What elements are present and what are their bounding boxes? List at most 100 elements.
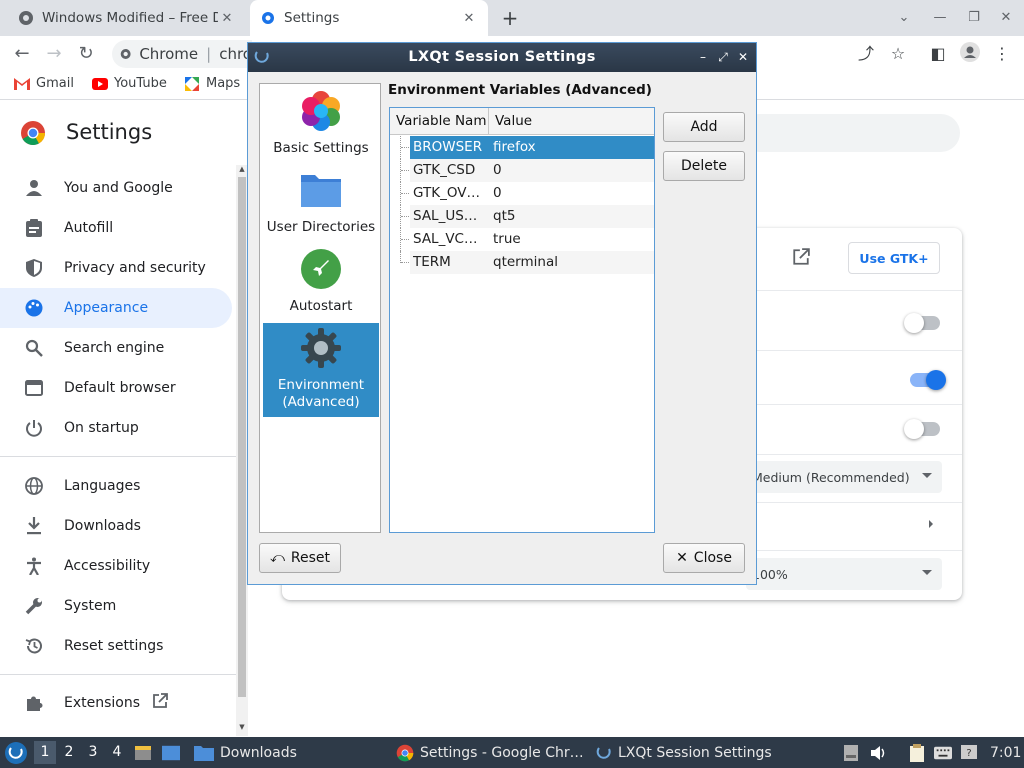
column-header-value[interactable]: Value	[489, 108, 654, 135]
page-zoom-dropdown[interactable]: 100%	[746, 558, 942, 590]
sidebar-item-autofill[interactable]: Autofill	[0, 208, 232, 248]
sidebar-item-search-engine[interactable]: Search engine	[0, 328, 232, 368]
toggle-switch[interactable]	[904, 313, 940, 333]
folder-icon	[194, 745, 214, 761]
volume-icon[interactable]	[870, 744, 888, 762]
minimize-icon[interactable]: –	[694, 48, 712, 66]
gear-icon	[260, 10, 276, 26]
table-row[interactable]: TERM qterminal	[410, 251, 654, 274]
chevron-right-icon[interactable]	[926, 518, 936, 530]
desktop-1-button[interactable]: 1	[34, 741, 56, 764]
side-panel-icon[interactable]: ◧	[926, 42, 950, 66]
column-header-variable-name[interactable]: Variable Nam	[390, 108, 489, 135]
toggle-switch[interactable]	[904, 419, 940, 439]
table-row[interactable]: GTK_CSD 0	[410, 159, 654, 182]
category-label: Environment (Advanced)	[277, 377, 365, 410]
external-link-icon[interactable]	[792, 248, 812, 268]
new-tab-button[interactable]: +	[498, 6, 522, 30]
restore-icon[interactable]: ❐	[964, 8, 984, 28]
close-icon[interactable]: ✕	[218, 11, 236, 26]
close-window-icon[interactable]: ✕	[996, 8, 1016, 28]
variable-name: TERM	[413, 254, 451, 270]
external-link-icon[interactable]	[152, 693, 168, 713]
maximize-icon[interactable]: ⤢	[714, 48, 732, 66]
shield-icon	[22, 256, 46, 280]
toggle-switch[interactable]	[910, 370, 946, 390]
address-bar[interactable]: Chrome | chro	[112, 40, 252, 68]
history-icon	[22, 634, 46, 658]
forward-icon[interactable]: →	[42, 42, 66, 66]
start-menu-button[interactable]	[4, 737, 28, 768]
add-button[interactable]: Add	[663, 112, 745, 142]
desktop-4-button[interactable]: 4	[106, 741, 128, 764]
sidebar-item-default-browser[interactable]: Default browser	[0, 368, 232, 408]
lxqt-icon	[5, 741, 27, 764]
close-button[interactable]: ✕ Close	[663, 543, 745, 573]
show-desktop-icon[interactable]	[162, 744, 180, 762]
variable-name: SAL_VC…	[413, 231, 478, 247]
close-icon[interactable]: ✕	[460, 11, 478, 26]
wrench-icon	[22, 594, 46, 618]
sidebar-item-on-startup[interactable]: On startup	[0, 408, 232, 448]
use-gtk-button[interactable]: Use GTK+	[848, 242, 940, 274]
youtube-icon	[92, 77, 108, 91]
table-row[interactable]: BROWSER firefox	[410, 136, 654, 159]
scroll-down-arrow[interactable]: ▼	[236, 723, 248, 733]
sidebar-item-downloads[interactable]: Downloads	[0, 506, 232, 546]
profile-icon[interactable]	[958, 42, 982, 66]
delete-button[interactable]: Delete	[663, 151, 745, 181]
variable-value: 0	[493, 185, 502, 201]
category-list: Basic Settings User Directories Autostar…	[259, 83, 381, 533]
table-row[interactable]: GTK_OV… 0	[410, 182, 654, 205]
close-icon[interactable]: ✕	[734, 48, 752, 66]
chrome-icon	[396, 744, 414, 761]
sidebar-item-privacy[interactable]: Privacy and security	[0, 248, 232, 288]
share-icon[interactable]: ⤴	[854, 42, 878, 66]
clock[interactable]: 7:01	[990, 737, 1021, 768]
sidebar-item-you-and-google[interactable]: You and Google	[0, 168, 232, 208]
variable-name: GTK_CSD	[413, 162, 476, 178]
dialog-titlebar[interactable]: LXQt Session Settings – ⤢ ✕	[248, 43, 756, 72]
search-settings-input[interactable]	[740, 114, 960, 152]
minimize-icon[interactable]: —	[930, 8, 950, 28]
menu-icon[interactable]: ⋮	[990, 42, 1014, 66]
sidebar-item-extensions[interactable]: Extensions	[0, 683, 232, 723]
variable-name: BROWSER	[413, 139, 483, 155]
star-icon[interactable]: ☆	[886, 42, 910, 66]
scrollbar-thumb[interactable]	[238, 177, 246, 697]
table-row[interactable]: SAL_US… qt5	[410, 205, 654, 228]
back-icon[interactable]: ←	[10, 42, 34, 66]
taskbar-window-chrome-settings[interactable]: Settings - Google Chr…	[396, 737, 584, 768]
taskbar-window-lxqt-session-settings[interactable]: LXQt Session Settings	[596, 737, 772, 768]
network-icon[interactable]: ?	[960, 744, 978, 762]
bookmark-youtube[interactable]: YouTube	[92, 76, 167, 91]
globe-icon	[18, 10, 34, 26]
bookmark-gmail[interactable]: Gmail	[14, 76, 74, 91]
bookmark-maps[interactable]: Maps	[184, 76, 240, 91]
disk-icon[interactable]	[842, 744, 860, 762]
reset-button[interactable]: ⤺ Reset	[259, 543, 341, 573]
desktop-2-button[interactable]: 2	[58, 741, 80, 764]
taskbar-window-downloads[interactable]: Downloads	[194, 737, 297, 768]
tab-windows-modified[interactable]: Windows Modified – Free D ✕	[8, 0, 246, 36]
tab-search-icon[interactable]: ⌄	[894, 8, 914, 28]
power-icon	[22, 416, 46, 440]
reload-icon[interactable]: ↻	[74, 42, 98, 66]
environment-heading: Environment Variables (Advanced)	[388, 82, 652, 98]
sidebar-item-system[interactable]: System	[0, 586, 232, 626]
desktop-3-button[interactable]: 3	[82, 741, 104, 764]
file-manager-launcher-icon[interactable]	[134, 744, 152, 762]
clipboard-icon[interactable]	[908, 744, 926, 762]
lxqt-icon	[596, 746, 611, 759]
table-row[interactable]: SAL_VC… true	[410, 228, 654, 251]
sidebar-item-appearance[interactable]: Appearance	[0, 288, 232, 328]
font-size-dropdown[interactable]: Medium (Recommended)	[746, 461, 942, 493]
chrome-logo-icon	[21, 121, 45, 146]
keyboard-icon[interactable]	[934, 744, 952, 762]
tab-settings[interactable]: Settings ✕	[250, 0, 488, 36]
environment-variables-table[interactable]: Variable Nam Value BROWSER firefox GTK_C…	[389, 107, 655, 533]
sidebar-item-reset-settings[interactable]: Reset settings	[0, 626, 232, 666]
sidebar-item-languages[interactable]: Languages	[0, 466, 232, 506]
category-environment-advanced[interactable]: Environment (Advanced)	[263, 323, 379, 417]
sidebar-item-accessibility[interactable]: Accessibility	[0, 546, 232, 586]
